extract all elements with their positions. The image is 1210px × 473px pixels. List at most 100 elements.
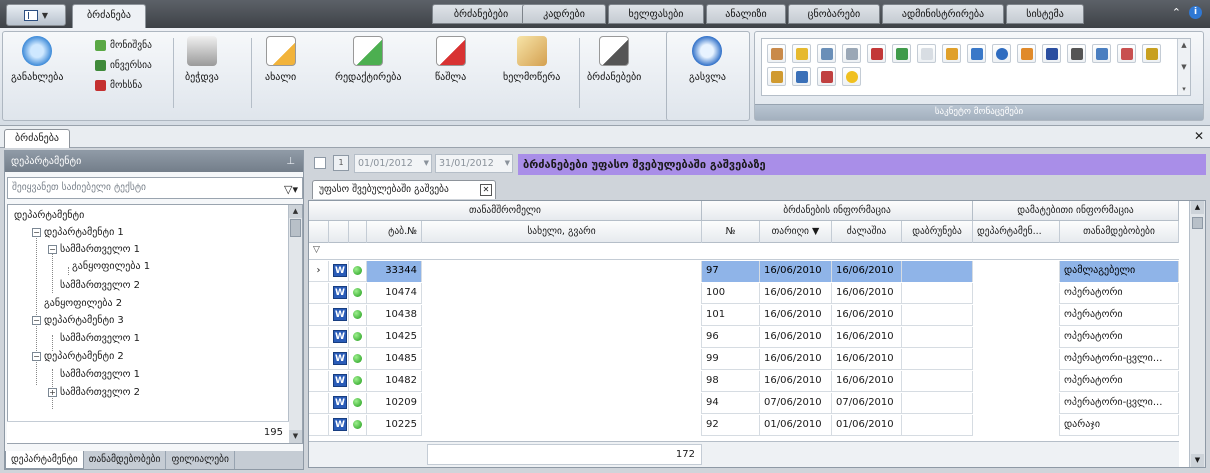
orders-button[interactable]: ბრძანებები xyxy=(587,36,641,83)
delete-button[interactable]: წაშლა xyxy=(435,36,466,83)
tab-system[interactable]: სისტემა xyxy=(1006,4,1084,24)
grid-tab[interactable]: უფასო შვებულებაში გაშვება ✕ xyxy=(312,180,496,199)
new-button[interactable]: ახალი xyxy=(265,36,296,83)
row-status[interactable] xyxy=(349,349,367,370)
collapse-ribbon-icon[interactable]: ⌃ xyxy=(1172,6,1181,19)
table-row[interactable]: W 10209 94 07/06/2010 07/06/2010 ოპერატორი-ცვ… xyxy=(309,393,1179,414)
table-row[interactable]: W 10425 96 16/06/2010 16/06/2010 ოპერატორი xyxy=(309,327,1179,348)
row-indicator[interactable] xyxy=(309,283,329,304)
tab-order[interactable]: ბრძანება xyxy=(72,4,146,29)
scroll-down-icon[interactable]: ▼ xyxy=(1191,454,1204,467)
word-document-icon[interactable]: W xyxy=(333,352,347,365)
date-to-field[interactable]: 31/01/2012 ▼ xyxy=(435,154,513,173)
checklist-icon[interactable] xyxy=(892,44,911,63)
scroll-thumb[interactable] xyxy=(290,219,301,237)
calculator-icon[interactable] xyxy=(1117,44,1136,63)
cell-tab-number[interactable]: 10482 xyxy=(367,371,422,392)
cell-department[interactable] xyxy=(973,327,1060,348)
id-card-icon[interactable] xyxy=(967,44,986,63)
cell-tab-number[interactable]: 10225 xyxy=(367,415,422,436)
date-from-field[interactable]: 01/01/2012 ▼ xyxy=(354,154,432,173)
row-status[interactable] xyxy=(349,327,367,348)
cell-department[interactable] xyxy=(973,371,1060,392)
filter-icon[interactable]: ▽▾ xyxy=(284,180,298,200)
print-button[interactable]: ბეჭდვა xyxy=(185,36,219,83)
cell-order-number[interactable]: 92 xyxy=(702,415,760,436)
flag-icon[interactable] xyxy=(1042,44,1061,63)
cell-date[interactable]: 16/06/2010 xyxy=(760,261,832,282)
expand-icon[interactable]: + xyxy=(48,388,57,397)
col-active[interactable]: ძალაშია xyxy=(832,221,902,243)
cell-position[interactable]: ოპერატორი xyxy=(1060,371,1179,392)
cell-active[interactable]: 16/06/2010 xyxy=(832,283,902,304)
link-icon[interactable] xyxy=(817,44,836,63)
row-doc[interactable]: W xyxy=(329,415,349,436)
cell-order-number[interactable]: 96 xyxy=(702,327,760,348)
invert-button[interactable]: ინვერსია xyxy=(95,60,152,71)
gallery-scrollbar[interactable]: ▲ ▼ ▾ xyxy=(1177,39,1190,95)
tree-node[interactable]: + სამმართველო 2 xyxy=(48,384,140,401)
cell-tab-number[interactable]: 10209 xyxy=(367,393,422,414)
cell-date[interactable]: 16/06/2010 xyxy=(760,371,832,392)
department-search-input[interactable]: შეიყვანეთ საძიებელი ტექსტი ▽▾ xyxy=(7,177,303,199)
sign-button[interactable]: ხელმოწერა xyxy=(503,36,560,83)
row-doc[interactable]: W xyxy=(329,261,349,282)
tree-node[interactable]: − დეპარტამენტი 3 xyxy=(32,312,124,329)
cell-tab-number[interactable]: 10438 xyxy=(367,305,422,326)
scroll-down-icon[interactable]: ▼ xyxy=(289,430,302,443)
cell-active[interactable]: 16/06/2010 xyxy=(832,261,902,282)
exchange-icon[interactable] xyxy=(1142,44,1161,63)
word-document-icon[interactable]: W xyxy=(333,396,347,409)
cell-tab-number[interactable]: 10425 xyxy=(367,327,422,348)
cell-active[interactable]: 07/06/2010 xyxy=(832,393,902,414)
cell-position[interactable]: ოპერატორი xyxy=(1060,327,1179,348)
cell-date[interactable]: 07/06/2010 xyxy=(760,393,832,414)
calendar-icon[interactable]: 1 xyxy=(333,155,349,171)
remove-button[interactable]: მოხსნა xyxy=(95,80,142,91)
tab-administration[interactable]: ადმინისტრირება xyxy=(882,4,1004,24)
collapse-icon[interactable]: − xyxy=(32,316,41,325)
col-date[interactable]: თარიღი ▼ xyxy=(760,221,832,243)
row-doc[interactable]: W xyxy=(329,283,349,304)
word-document-icon[interactable]: W xyxy=(333,286,347,299)
row-indicator[interactable] xyxy=(309,305,329,326)
word-document-icon[interactable]: W xyxy=(333,418,347,431)
date-filter-checkbox[interactable] xyxy=(314,157,326,169)
col-department[interactable]: დეპარტამენ... xyxy=(973,221,1060,243)
row-indicator[interactable] xyxy=(309,349,329,370)
cell-department[interactable] xyxy=(973,349,1060,370)
table-row[interactable]: W 10225 92 01/06/2010 01/06/2010 დარაჯი xyxy=(309,415,1179,436)
tools-icon[interactable] xyxy=(1067,44,1086,63)
tab-analysis[interactable]: ანალიზი xyxy=(706,4,786,24)
row-status[interactable] xyxy=(349,261,367,282)
cell-position[interactable]: დარაჯი xyxy=(1060,415,1179,436)
tree-node[interactable]: − სამმართველო 1 xyxy=(48,241,140,258)
list-icon[interactable] xyxy=(842,44,861,63)
building-icon[interactable] xyxy=(792,67,811,86)
refresh-button[interactable]: განახლება xyxy=(11,36,63,83)
word-document-icon[interactable]: W xyxy=(333,264,347,277)
cell-order-number[interactable]: 99 xyxy=(702,349,760,370)
cell-return[interactable] xyxy=(902,261,973,282)
cell-name[interactable] xyxy=(422,305,702,326)
col-name[interactable]: სახელი, გვარი xyxy=(422,221,702,243)
document-tab-order[interactable]: ბრძანება xyxy=(4,129,70,148)
table-row[interactable]: › W 33344 97 16/06/2010 16/06/2010 დამლაგებელი xyxy=(309,261,1179,282)
cell-department[interactable] xyxy=(973,415,1060,436)
money-icon[interactable] xyxy=(942,44,961,63)
tree-node[interactable]: სამმართველო 1 xyxy=(60,330,140,347)
tab-orders[interactable]: ბრძანებები xyxy=(432,4,530,24)
cell-return[interactable] xyxy=(902,371,973,392)
row-status[interactable] xyxy=(349,371,367,392)
row-indicator[interactable] xyxy=(309,393,329,414)
cell-name[interactable] xyxy=(422,349,702,370)
cell-date[interactable]: 16/06/2010 xyxy=(760,349,832,370)
tree-node[interactable]: განყოფილება 2 xyxy=(44,295,122,312)
cell-active[interactable]: 01/06/2010 xyxy=(832,415,902,436)
col-position[interactable]: თანამდებობები xyxy=(1060,221,1179,243)
home-icon[interactable] xyxy=(1017,44,1036,63)
cell-active[interactable]: 16/06/2010 xyxy=(832,371,902,392)
cell-position[interactable]: ოპერატორი xyxy=(1060,283,1179,304)
filter-icon[interactable]: ▽ xyxy=(313,245,320,255)
col-order-number[interactable]: № xyxy=(702,221,760,243)
